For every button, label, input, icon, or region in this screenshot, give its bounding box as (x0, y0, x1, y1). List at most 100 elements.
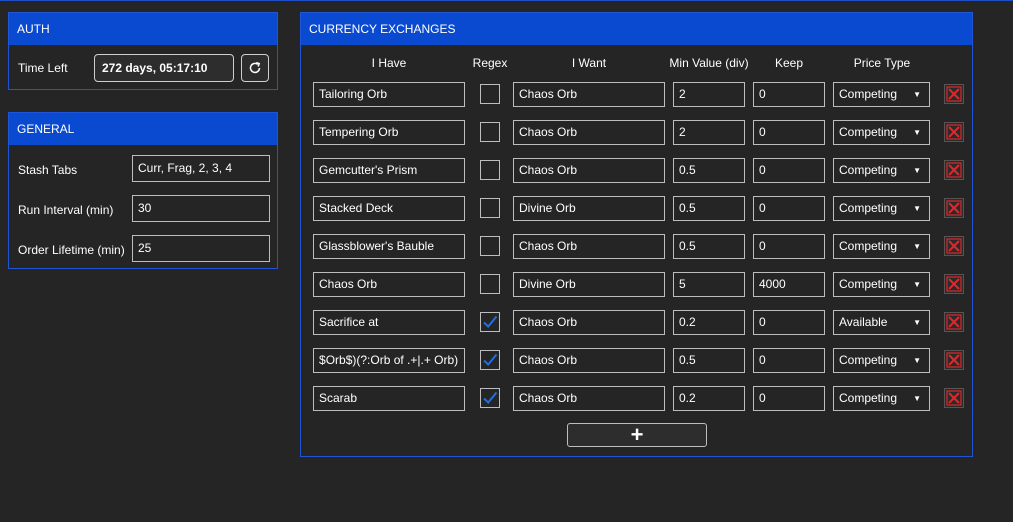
min-value-input[interactable]: 0.5 (673, 348, 745, 373)
stash-tabs-label: Stash Tabs (18, 163, 78, 177)
min-value-input[interactable]: 0.2 (673, 386, 745, 411)
close-icon (946, 124, 962, 140)
window-top-border (0, 0, 1013, 1)
min-value-input[interactable]: 2 (673, 82, 745, 107)
min-value-input[interactable]: 5 (673, 272, 745, 297)
price-type-select[interactable]: Competing ▼ (833, 196, 930, 221)
have-input[interactable]: Glassblower's Bauble (313, 234, 465, 259)
delete-row-button[interactable] (944, 274, 964, 294)
col-header-keep: Keep (774, 56, 804, 70)
want-input[interactable]: Chaos Orb (513, 158, 665, 183)
dropdown-arrow-icon: ▼ (913, 128, 921, 137)
close-icon (946, 200, 962, 216)
col-header-want: I Want (571, 56, 607, 70)
price-type-select[interactable]: Competing ▼ (833, 234, 930, 259)
min-value-input[interactable]: 0.2 (673, 310, 745, 335)
have-input[interactable]: Scarab (313, 386, 465, 411)
price-type-select[interactable]: Competing ▼ (833, 272, 930, 297)
keep-input[interactable]: 0 (753, 348, 825, 373)
currency-exchanges-panel: CURRENCY EXCHANGES I Have Regex I Want M… (300, 12, 973, 457)
delete-row-button[interactable] (944, 312, 964, 332)
delete-row-button[interactable] (944, 388, 964, 408)
price-type-value: Competing (839, 125, 898, 139)
min-value-input[interactable]: 0.5 (673, 158, 745, 183)
close-icon (946, 276, 962, 292)
general-panel: GENERAL Stash Tabs Curr, Frag, 2, 3, 4 R… (8, 112, 278, 269)
price-type-select[interactable]: Competing ▼ (833, 82, 930, 107)
delete-row-button[interactable] (944, 84, 964, 104)
refresh-button[interactable] (241, 54, 269, 82)
keep-input[interactable]: 0 (753, 386, 825, 411)
delete-row-button[interactable] (944, 350, 964, 370)
min-value-input[interactable]: 2 (673, 120, 745, 145)
regex-checkbox[interactable] (480, 84, 500, 104)
regex-checkbox[interactable] (480, 160, 500, 180)
close-icon (946, 162, 962, 178)
regex-checkbox[interactable] (480, 388, 500, 408)
order-lifetime-label: Order Lifetime (min) (18, 243, 125, 257)
price-type-select[interactable]: Competing ▼ (833, 348, 930, 373)
min-value-input[interactable]: 0.5 (673, 234, 745, 259)
close-icon (946, 352, 962, 368)
close-icon (946, 314, 962, 330)
checkmark-icon (483, 353, 498, 366)
have-input[interactable]: Sacrifice at (313, 310, 465, 335)
dropdown-arrow-icon: ▼ (913, 90, 921, 99)
stash-tabs-input[interactable]: Curr, Frag, 2, 3, 4 (132, 155, 270, 182)
want-input[interactable]: Chaos Orb (513, 82, 665, 107)
delete-row-button[interactable] (944, 236, 964, 256)
close-icon (946, 390, 962, 406)
keep-input[interactable]: 0 (753, 234, 825, 259)
price-type-select[interactable]: Competing ▼ (833, 386, 930, 411)
dropdown-arrow-icon: ▼ (913, 166, 921, 175)
add-exchange-button[interactable]: + (567, 422, 707, 447)
have-input[interactable]: Gemcutter's Prism (313, 158, 465, 183)
keep-input[interactable]: 0 (753, 82, 825, 107)
regex-checkbox[interactable] (480, 350, 500, 370)
price-type-select[interactable]: Available ▼ (833, 310, 930, 335)
regex-checkbox[interactable] (480, 198, 500, 218)
auth-title: AUTH (9, 13, 277, 45)
want-input[interactable]: Chaos Orb (513, 310, 665, 335)
regex-checkbox[interactable] (480, 274, 500, 294)
price-type-select[interactable]: Competing ▼ (833, 158, 930, 183)
min-value-input[interactable]: 0.5 (673, 196, 745, 221)
have-input[interactable]: Tailoring Orb (313, 82, 465, 107)
price-type-value: Competing (839, 87, 898, 101)
want-input[interactable]: Chaos Orb (513, 120, 665, 145)
general-title: GENERAL (9, 113, 277, 145)
have-input[interactable]: Orb$)(?:Orb of .+|.+ Orb)$ (313, 348, 465, 373)
dropdown-arrow-icon: ▼ (913, 280, 921, 289)
price-type-select[interactable]: Competing ▼ (833, 120, 930, 145)
want-input[interactable]: Chaos Orb (513, 234, 665, 259)
keep-input[interactable]: 4000 (753, 272, 825, 297)
regex-checkbox[interactable] (480, 312, 500, 332)
want-input[interactable]: Chaos Orb (513, 386, 665, 411)
delete-row-button[interactable] (944, 198, 964, 218)
want-input[interactable]: Divine Orb (513, 196, 665, 221)
regex-checkbox[interactable] (480, 122, 500, 142)
dropdown-arrow-icon: ▼ (913, 318, 921, 327)
have-input[interactable]: Tempering Orb (313, 120, 465, 145)
col-header-min-value: Min Value (div) (669, 56, 749, 70)
want-input[interactable]: Divine Orb (513, 272, 665, 297)
dropdown-arrow-icon: ▼ (913, 394, 921, 403)
checkmark-icon (483, 391, 498, 404)
close-icon (946, 86, 962, 102)
keep-input[interactable]: 0 (753, 310, 825, 335)
have-input[interactable]: Chaos Orb (313, 272, 465, 297)
keep-input[interactable]: 0 (753, 196, 825, 221)
dropdown-arrow-icon: ▼ (913, 204, 921, 213)
delete-row-button[interactable] (944, 122, 964, 142)
keep-input[interactable]: 0 (753, 120, 825, 145)
price-type-value: Competing (839, 353, 898, 367)
delete-row-button[interactable] (944, 160, 964, 180)
order-lifetime-input[interactable]: 25 (132, 235, 270, 262)
have-input[interactable]: Stacked Deck (313, 196, 465, 221)
run-interval-label: Run Interval (min) (18, 203, 114, 217)
run-interval-input[interactable]: 30 (132, 195, 270, 222)
price-type-value: Competing (839, 239, 898, 253)
keep-input[interactable]: 0 (753, 158, 825, 183)
regex-checkbox[interactable] (480, 236, 500, 256)
want-input[interactable]: Chaos Orb (513, 348, 665, 373)
